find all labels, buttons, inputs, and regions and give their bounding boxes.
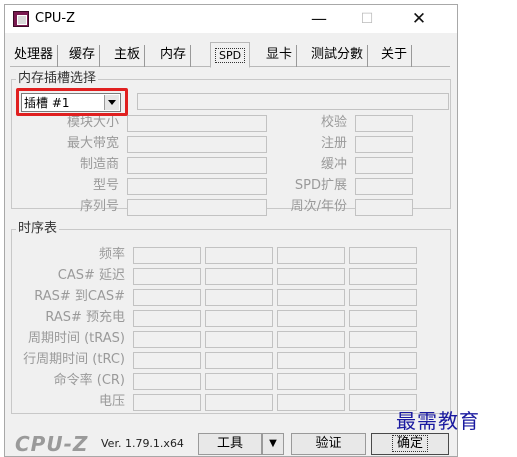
cpuz-app-icon [13, 11, 29, 27]
footer-bar: CPU-Z Ver. 1.79.1.x64 工具 ▼ 验证 确定 [5, 432, 457, 456]
correction-value [355, 115, 413, 132]
timing-cell [133, 394, 201, 411]
spd-ext-label: SPD扩展 [294, 178, 347, 193]
spd-ext-value [355, 178, 413, 195]
timing-label-frequency: 频率 [98, 247, 125, 262]
timing-label-cas: CAS# 延迟 [57, 268, 125, 283]
tab-graphics[interactable]: 显卡 [262, 45, 298, 67]
timing-cell [133, 268, 201, 285]
chevron-down-icon[interactable] [104, 95, 119, 110]
manufacturer-label: 制造商 [79, 157, 119, 172]
max-bandwidth-label: 最大带宽 [66, 136, 119, 151]
tab-mainboard[interactable]: 主板 [110, 45, 146, 67]
timing-cell [133, 352, 201, 369]
minimize-button[interactable]: — [299, 5, 339, 33]
timing-cell [205, 394, 273, 411]
ok-button-label: 确定 [391, 435, 428, 452]
slot-select-value: 插槽 #1 [24, 96, 70, 110]
module-size-label: 模块大小 [66, 115, 119, 130]
timing-label-voltage: 电压 [98, 394, 125, 409]
timing-cell [277, 394, 345, 411]
timings-group-title: 时序表 [16, 221, 60, 236]
timing-cell [205, 268, 273, 285]
correction-label: 校验 [320, 115, 347, 130]
slot-select-highlight: 插槽 #1 [16, 88, 128, 116]
timing-cell [205, 331, 273, 348]
maximize-button[interactable]: ☐ [347, 5, 387, 33]
timing-cell [277, 247, 345, 264]
slot-group-title: 内存插槽选择 [16, 71, 99, 86]
tab-bench[interactable]: 测試分數 [307, 45, 369, 67]
timing-cell [133, 373, 201, 390]
registered-value [355, 136, 413, 153]
buffered-label: 缓冲 [320, 157, 347, 172]
timing-label-trc: 行周期时间 (tRC) [23, 352, 125, 367]
tab-spd[interactable]: SPD [210, 42, 251, 68]
max-bandwidth-value [127, 136, 267, 153]
week-year-label: 周次/年份 [290, 199, 347, 214]
timing-cell [205, 289, 273, 306]
timing-label-tras: 周期时间 (tRAS) [27, 331, 125, 346]
tab-caches[interactable]: 缓存 [65, 45, 101, 67]
timing-cell [277, 331, 345, 348]
cpuz-window: CPU-Z — ☐ ✕ 处理器 缓存 主板 内存 SPD 显卡 测試分數 关于 … [4, 4, 458, 457]
version-label: Ver. 1.79.1.x64 [101, 437, 184, 450]
timing-cell [277, 310, 345, 327]
serial-number-value [127, 199, 267, 216]
timing-cell [349, 268, 417, 285]
title-bar[interactable]: CPU-Z — ☐ ✕ [5, 5, 457, 33]
timing-cell [349, 331, 417, 348]
timing-cell [349, 247, 417, 264]
serial-number-label: 序列号 [79, 199, 119, 214]
week-year-value [355, 199, 413, 216]
cpuz-logo: CPU-Z [15, 432, 89, 456]
timing-cell [133, 310, 201, 327]
tab-about[interactable]: 关于 [377, 45, 413, 67]
tools-button[interactable]: 工具 [198, 433, 262, 455]
tab-spd-label: SPD [215, 48, 246, 63]
tools-dropdown-button[interactable]: ▼ [262, 433, 284, 455]
timing-cell [277, 289, 345, 306]
buffered-value [355, 157, 413, 174]
timing-cell [205, 247, 273, 264]
timing-cell [205, 310, 273, 327]
tab-memory[interactable]: 内存 [156, 45, 192, 67]
timing-cell [349, 310, 417, 327]
slot-info-bar [137, 93, 449, 110]
timing-cell [277, 268, 345, 285]
timing-cell [349, 352, 417, 369]
timing-cell [205, 373, 273, 390]
slot-select-dropdown[interactable]: 插槽 #1 [21, 93, 121, 112]
window-title: CPU-Z [35, 11, 76, 26]
timing-cell [349, 289, 417, 306]
ok-button[interactable]: 确定 [371, 433, 449, 455]
timing-label-ras-precharge: RAS# 预充电 [45, 310, 125, 325]
tab-cpu[interactable]: 处理器 [10, 45, 59, 67]
timing-cell [277, 373, 345, 390]
timing-cell [277, 352, 345, 369]
timing-cell [349, 373, 417, 390]
part-number-label: 型号 [92, 178, 119, 193]
close-button[interactable]: ✕ [399, 5, 439, 33]
part-number-value [127, 178, 267, 195]
watermark-text: 最需教育 [396, 409, 480, 433]
timing-cell [133, 247, 201, 264]
timing-cell [205, 352, 273, 369]
manufacturer-value [127, 157, 267, 174]
timing-cell [133, 289, 201, 306]
timing-label-ras-to-cas: RAS# 到CAS# [34, 289, 125, 304]
timing-cell [133, 331, 201, 348]
module-size-value [127, 115, 267, 132]
registered-label: 注册 [320, 136, 347, 151]
tab-bar: 处理器 缓存 主板 内存 SPD 显卡 测試分數 关于 [10, 42, 450, 68]
timing-label-command-rate: 命令率 (CR) [53, 373, 125, 388]
validate-button[interactable]: 验证 [291, 433, 366, 455]
